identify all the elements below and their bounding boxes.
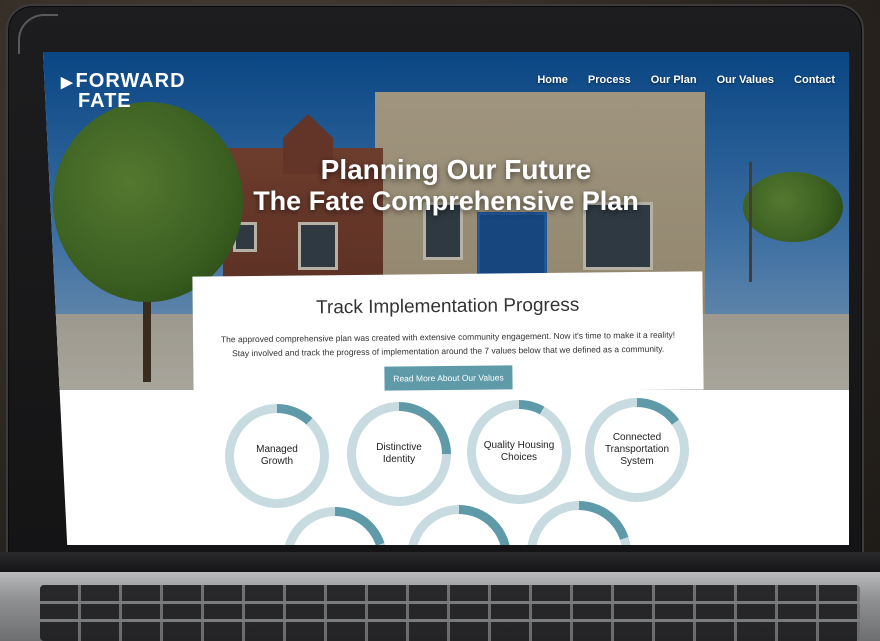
read-more-values-button[interactable]: Read More About Our Values	[384, 365, 513, 391]
site-logo[interactable]: ▶ FORWARD FATE	[61, 70, 186, 112]
logo-line-2: FATE	[78, 90, 132, 112]
value-ring[interactable]: Connected Transportation System	[585, 398, 689, 502]
value-ring-label: Managed Growth	[234, 413, 320, 499]
nav-home[interactable]: Home	[537, 74, 568, 86]
value-ring[interactable]: Quality Housing Choices	[467, 400, 571, 504]
nav-process[interactable]: Process	[588, 74, 631, 86]
keyboard-row-gap	[40, 601, 860, 604]
nav-our-plan[interactable]: Our Plan	[651, 74, 697, 86]
main-nav: Home Process Our Plan Our Values Contact	[537, 74, 835, 86]
value-ring-label	[536, 510, 622, 545]
value-ring[interactable]: Managed Growth	[225, 404, 329, 508]
keyboard-row-gap	[40, 619, 860, 622]
value-ring-label	[416, 514, 502, 545]
progress-description: The approved comprehensive plan was crea…	[220, 329, 676, 359]
value-ring-label	[292, 516, 378, 545]
value-ring[interactable]	[283, 507, 387, 545]
value-ring-label: Distinctive Identity	[356, 411, 442, 497]
logo-line-1: FORWARD	[75, 70, 186, 92]
play-arrow-icon: ▶	[61, 74, 74, 91]
browser-screen: ▶ FORWARD FATE Home Process Our Plan Our …	[43, 52, 849, 545]
progress-heading: Track Implementation Progress	[315, 294, 580, 319]
nav-our-values[interactable]: Our Values	[717, 74, 774, 86]
hero-title-line-1: Planning Our Future	[320, 154, 592, 185]
value-ring-label: Quality Housing Choices	[476, 409, 562, 495]
value-ring-label: Connected Transportation System	[594, 407, 680, 493]
value-ring[interactable]	[407, 505, 511, 545]
hero-title-line-2: The Fate Comprehensive Plan	[253, 186, 639, 216]
keyboard	[40, 585, 860, 641]
progress-card: Track Implementation Progress The approv…	[192, 271, 704, 395]
laptop-hinge	[0, 552, 880, 574]
bezel-highlight	[18, 14, 58, 54]
value-ring[interactable]: Distinctive Identity	[347, 402, 451, 506]
value-ring[interactable]	[527, 501, 631, 545]
nav-contact[interactable]: Contact	[794, 74, 835, 86]
